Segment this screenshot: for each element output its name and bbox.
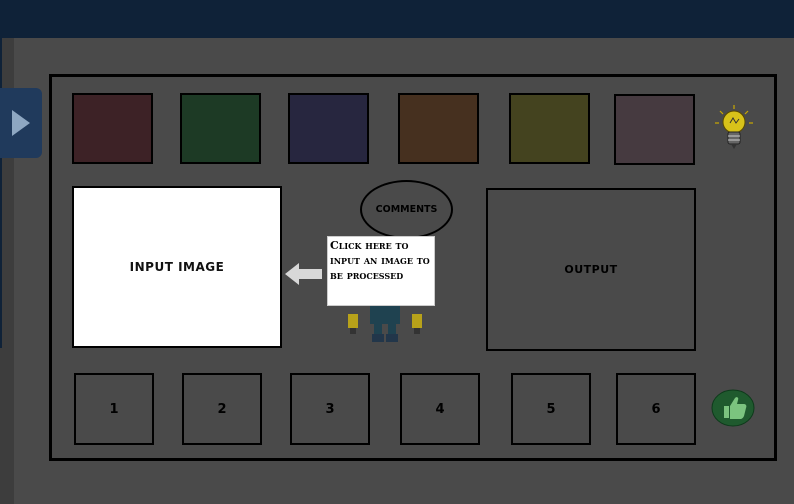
- color-swatch-2[interactable]: [180, 93, 261, 164]
- left-edge: [0, 38, 2, 348]
- slot-3[interactable]: 3: [290, 373, 370, 445]
- slot-4[interactable]: 4: [400, 373, 480, 445]
- output-label: OUTPUT: [564, 263, 618, 276]
- color-swatch-3[interactable]: [288, 93, 369, 164]
- thumbs-up-icon[interactable]: [711, 389, 755, 427]
- slot-number: 6: [651, 401, 661, 417]
- color-swatch-5[interactable]: [509, 93, 590, 164]
- slot-number: 3: [325, 401, 335, 417]
- light-bulb-icon[interactable]: [714, 103, 754, 153]
- slot-2[interactable]: 2: [182, 373, 262, 445]
- robot-mascot-icon: [348, 300, 422, 342]
- slot-number: 4: [435, 401, 445, 417]
- comments-label: COMMENTS: [375, 204, 438, 215]
- input-image-area[interactable]: INPUT IMAGE: [72, 186, 282, 348]
- comments-bubble[interactable]: COMMENTS: [360, 180, 453, 239]
- color-swatch-4[interactable]: [398, 93, 479, 164]
- slot-1[interactable]: 1: [74, 373, 154, 445]
- side-panel-toggle[interactable]: [0, 88, 42, 158]
- arrow-left-icon: [285, 263, 322, 285]
- color-swatch-6[interactable]: [614, 94, 695, 165]
- input-image-label: INPUT IMAGE: [129, 260, 225, 274]
- slot-number: 5: [546, 401, 556, 417]
- play-triangle-icon: [12, 110, 30, 136]
- output-area: OUTPUT: [486, 188, 696, 351]
- slot-number: 1: [109, 401, 119, 417]
- color-swatch-1[interactable]: [72, 93, 153, 164]
- slot-5[interactable]: 5: [511, 373, 591, 445]
- slot-number: 2: [217, 401, 227, 417]
- slot-6[interactable]: 6: [616, 373, 696, 445]
- input-hint-tooltip: Click here to input an image to be proce…: [327, 236, 435, 306]
- top-bar: [0, 0, 794, 38]
